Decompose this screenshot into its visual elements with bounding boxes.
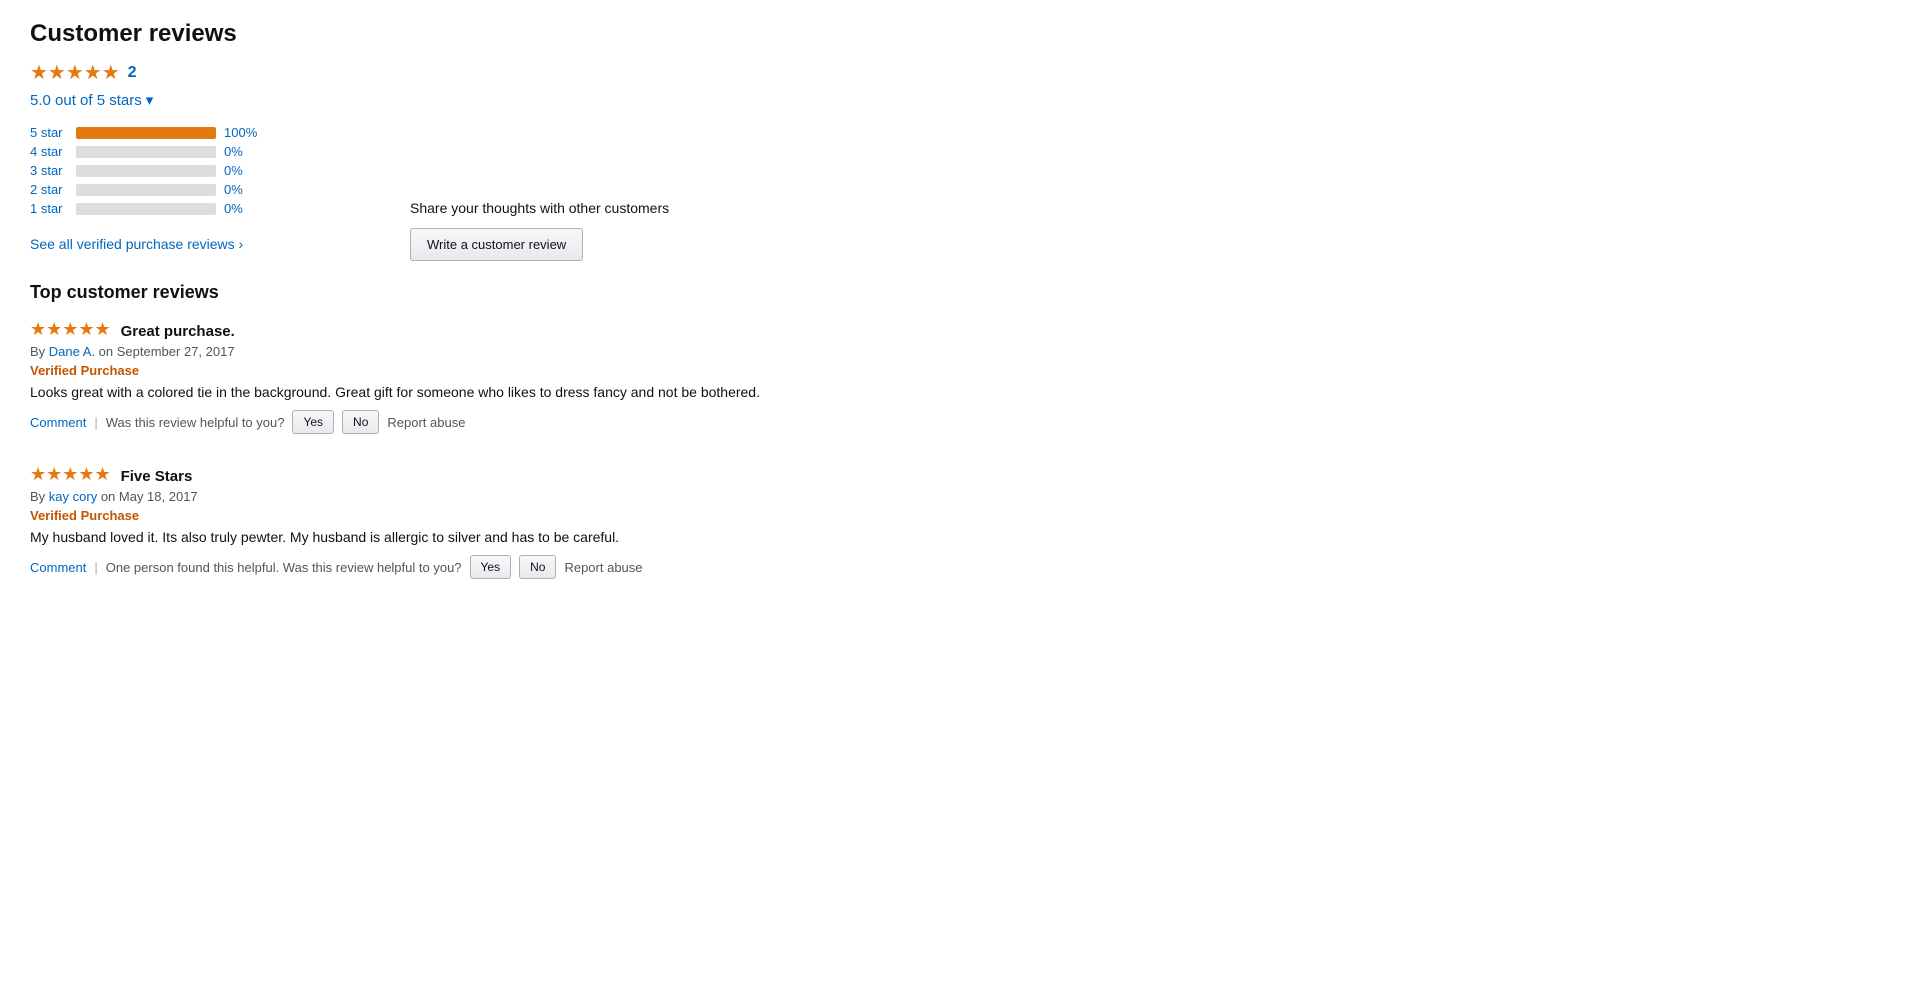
review-date: September 27, 2017 — [117, 344, 235, 359]
helpful-no-button[interactable]: No — [342, 410, 379, 434]
rating-pct: 0% — [224, 201, 260, 216]
helpful-text: One person found this helpful. Was this … — [106, 560, 462, 575]
review-author[interactable]: Dane A. — [49, 344, 95, 359]
verified-badge: Verified Purchase — [30, 508, 1886, 523]
star-label: 2 star — [30, 182, 68, 197]
rating-pct: 100% — [224, 125, 260, 140]
review-date: May 18, 2017 — [119, 489, 198, 504]
helpful-no-button[interactable]: No — [519, 555, 556, 579]
verified-badge: Verified Purchase — [30, 363, 1886, 378]
review-body: Looks great with a colored tie in the ba… — [30, 384, 930, 400]
rating-row[interactable]: 3 star 0% — [30, 163, 390, 178]
rating-row[interactable]: 4 star 0% — [30, 144, 390, 159]
rating-bar-bg — [76, 165, 216, 177]
helpful-yes-button[interactable]: Yes — [470, 555, 512, 579]
rating-pct: 0% — [224, 163, 260, 178]
rating-bar-bg — [76, 184, 216, 196]
rating-pct: 0% — [224, 144, 260, 159]
comment-link[interactable]: Comment — [30, 560, 86, 575]
write-review-button[interactable]: Write a customer review — [410, 228, 583, 261]
review-body: My husband loved it. Its also truly pewt… — [30, 529, 930, 545]
rating-row[interactable]: 5 star 100% — [30, 125, 390, 140]
review-title: Great purchase. — [121, 323, 235, 340]
review-stars: ★★★★★ — [30, 319, 111, 339]
helpful-text: Was this review helpful to you? — [106, 415, 285, 430]
review-meta: By kay cory on May 18, 2017 — [30, 489, 1886, 504]
divider: | — [94, 415, 97, 430]
top-reviews-title: Top customer reviews — [30, 282, 1886, 303]
review-header: ★★★★★ Five Stars — [30, 464, 1886, 485]
review-actions: Comment | One person found this helpful.… — [30, 555, 1886, 579]
rating-bar-bg — [76, 146, 216, 158]
star-label: 4 star — [30, 144, 68, 159]
share-text: Share your thoughts with other customers — [410, 200, 669, 216]
rating-pct: 0% — [224, 182, 260, 197]
review-block: ★★★★★ Five Stars By kay cory on May 18, … — [30, 464, 1886, 579]
helpful-yes-button[interactable]: Yes — [292, 410, 334, 434]
overall-stars: ★★★★★ — [30, 60, 120, 85]
write-review-panel: Share your thoughts with other customers… — [410, 200, 669, 261]
star-label: 3 star — [30, 163, 68, 178]
rating-bar-bg — [76, 127, 216, 139]
review-actions: Comment | Was this review helpful to you… — [30, 410, 1886, 434]
review-header: ★★★★★ Great purchase. — [30, 319, 1886, 340]
reviews-container: ★★★★★ Great purchase. By Dane A. on Sept… — [30, 319, 1886, 579]
ratings-breakdown: 5 star 100% 4 star 0% 3 star 0% 2 star 0… — [30, 125, 390, 216]
star-label: 5 star — [30, 125, 68, 140]
star-label: 1 star — [30, 201, 68, 216]
review-block: ★★★★★ Great purchase. By Dane A. on Sept… — [30, 319, 1886, 434]
rating-summary[interactable]: 5.0 out of 5 stars ▾ — [30, 91, 390, 109]
review-meta: By Dane A. on September 27, 2017 — [30, 344, 1886, 359]
page-title: Customer reviews — [30, 20, 1886, 48]
review-title: Five Stars — [121, 468, 193, 485]
rating-bar-fill — [76, 127, 216, 139]
rating-row[interactable]: 2 star 0% — [30, 182, 390, 197]
rating-count[interactable]: 2 — [128, 64, 137, 82]
divider: | — [94, 560, 97, 575]
report-abuse-link[interactable]: Report abuse — [564, 560, 642, 575]
review-stars: ★★★★★ — [30, 464, 111, 484]
report-abuse-link[interactable]: Report abuse — [387, 415, 465, 430]
comment-link[interactable]: Comment — [30, 415, 86, 430]
rating-bar-bg — [76, 203, 216, 215]
rating-row[interactable]: 1 star 0% — [30, 201, 390, 216]
review-author[interactable]: kay cory — [49, 489, 97, 504]
see-all-verified-link[interactable]: See all verified purchase reviews › — [30, 236, 390, 252]
